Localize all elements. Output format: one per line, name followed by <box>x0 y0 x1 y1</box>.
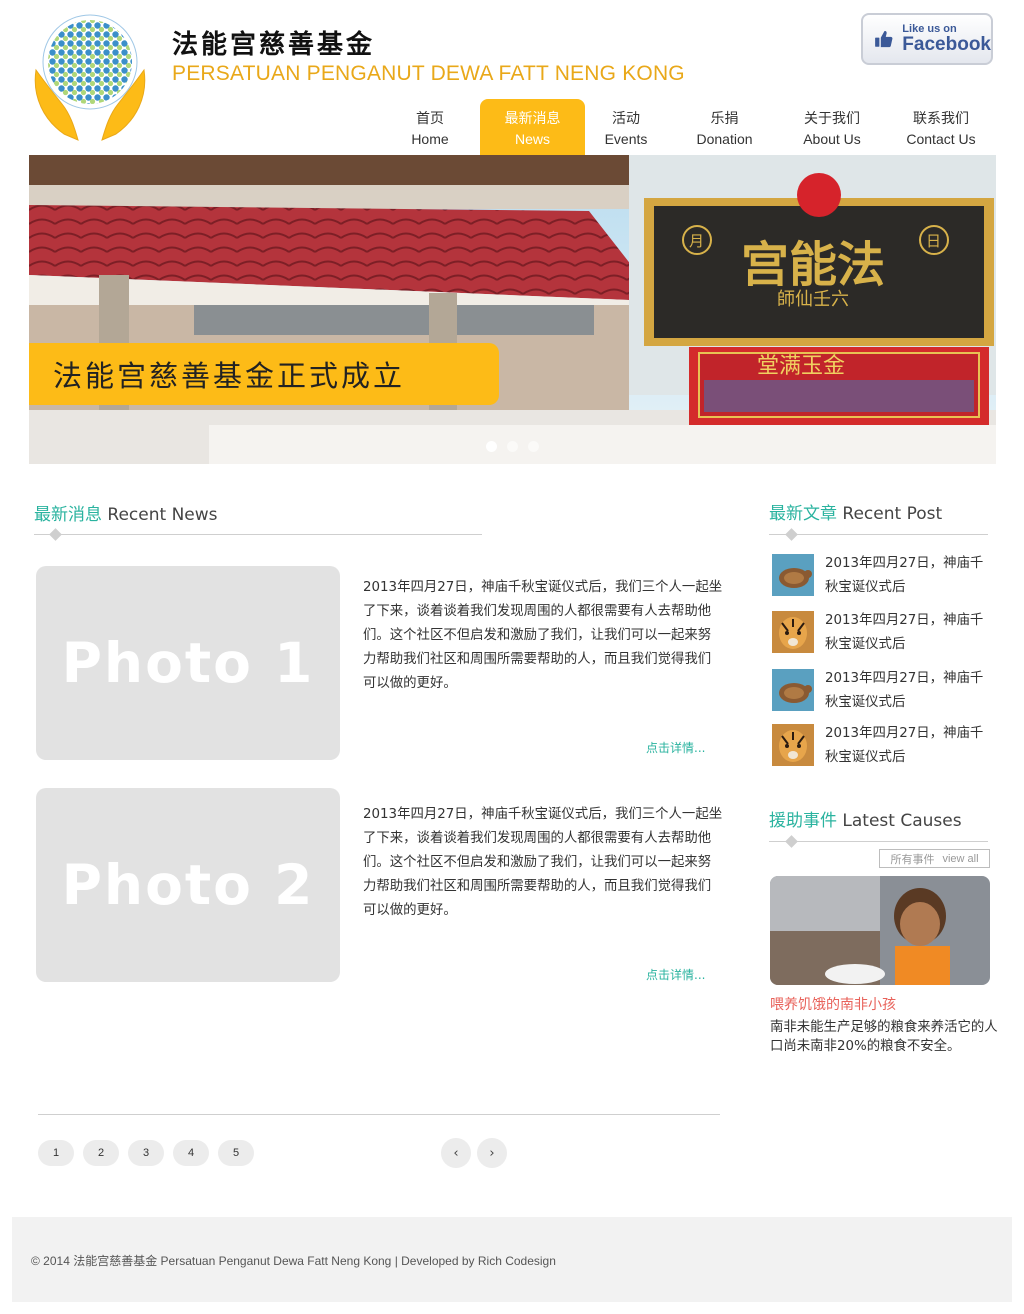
divider-diamond <box>49 528 62 541</box>
chevron-left-icon[interactable]: ‹ <box>441 1138 471 1168</box>
nav-donation[interactable]: 乐捐 Donation <box>667 99 782 155</box>
nav-label-cn: 活动 <box>612 111 640 127</box>
nav-label-cn: 乐捐 <box>710 111 739 127</box>
heading-divider <box>769 841 988 842</box>
recent-post-heading-en: Recent Post <box>842 504 943 524</box>
chevron-right-icon[interactable]: › <box>477 1138 507 1168</box>
news-summary-1: 2013年四月27日，神庙千秋宝诞仪式后，我们三个人一起坐了下来，谈着谈着我们发… <box>363 580 723 691</box>
thumbs-up-icon <box>875 31 893 48</box>
nav-label-en: About Us <box>803 131 861 147</box>
page-button-5[interactable]: 5 <box>218 1140 254 1166</box>
heading-divider <box>34 534 482 535</box>
recent-post-item-3[interactable]: 2013年四月27日，神庙千秋宝诞仪式后 <box>772 668 992 714</box>
latest-causes-heading-en: Latest Causes <box>842 811 962 831</box>
slider-dots <box>486 441 539 452</box>
nav-home[interactable]: 首页 Home <box>380 99 480 155</box>
facebook-like-button[interactable]: Like us on Facebook <box>861 13 993 65</box>
nav-label-cn: 最新消息 <box>504 111 561 127</box>
pagination-divider <box>38 1114 720 1115</box>
hero-caption-text: 法能宫慈善基金正式成立 <box>53 359 406 393</box>
view-all-en: view all <box>942 852 979 865</box>
pagination-arrows: ‹ › <box>441 1138 507 1168</box>
recent-post-heading: 最新文章 Recent Post <box>769 499 942 524</box>
recent-post-item-1[interactable]: 2013年四月27日，神庙千秋宝诞仪式后 <box>772 553 992 599</box>
photo-placeholder-label: Photo 1 <box>61 631 315 695</box>
view-all-cn: 所有事件 <box>890 852 935 866</box>
slider-dot-1[interactable] <box>486 441 497 452</box>
latest-causes-heading-cn: 援助事件 <box>769 811 837 831</box>
tiger-thumbnail <box>772 724 814 766</box>
sign-sub-text: 師仙壬六 <box>777 289 849 310</box>
nav-label-en: Contact Us <box>906 131 976 147</box>
recent-post-heading-cn: 最新文章 <box>769 504 837 524</box>
footer-copyright: © 2014 法能宫慈善基金 Persatuan Penganut Dewa F… <box>31 1254 556 1268</box>
read-more-link-2[interactable]: 点击详情... <box>646 966 705 983</box>
recent-news-heading-cn: 最新消息 <box>34 505 102 525</box>
nav-label-en: News <box>514 131 550 147</box>
cause-description: 南非未能生产足够的粮食来养活它的人口尚未南非20%的粮食不安全。 <box>770 1020 998 1054</box>
news-photo-1[interactable]: Photo 1 <box>36 566 340 760</box>
site-title-cn: 法能宫慈善基金 <box>172 30 376 60</box>
read-more-link-1[interactable]: 点击详情... <box>646 739 705 756</box>
nav-label-cn: 关于我们 <box>804 111 860 127</box>
nav-label-en: Home <box>411 131 449 147</box>
nav-label-en: Donation <box>696 131 753 147</box>
site-logo[interactable] <box>30 12 150 146</box>
recent-news-heading-en: Recent News <box>107 505 218 525</box>
nav-label-cn: 首页 <box>416 111 444 127</box>
hero-caption: 法能宫慈善基金正式成立 <box>29 343 499 405</box>
recent-post-text: 2013年四月27日，神庙千秋宝诞仪式后 <box>825 556 984 595</box>
recent-post-text: 2013年四月27日，神庙千秋宝诞仪式后 <box>825 613 984 652</box>
nav-events[interactable]: 活动 Events <box>585 99 667 155</box>
recent-post-text: 2013年四月27日，神庙千秋宝诞仪式后 <box>825 671 984 710</box>
heading-divider <box>769 534 988 535</box>
page-button-2[interactable]: 2 <box>83 1140 119 1166</box>
recent-post-text: 2013年四月27日，神庙千秋宝诞仪式后 <box>825 726 984 765</box>
divider-diamond <box>785 835 798 848</box>
pagination: 1 2 3 4 5 <box>38 1140 254 1166</box>
slider-dot-2[interactable] <box>507 441 518 452</box>
nav-contact[interactable]: 联系我们 Contact Us <box>882 99 1000 155</box>
nav-label-en: Events <box>604 131 648 147</box>
news-photo-2[interactable]: Photo 2 <box>36 788 340 982</box>
sign-right-text: 日 <box>926 232 941 250</box>
nav-about[interactable]: 关于我们 About Us <box>782 99 882 155</box>
cause-photo[interactable] <box>770 876 990 985</box>
recent-news-heading: 最新消息 Recent News <box>34 500 218 525</box>
footer: © 2014 法能宫慈善基金 Persatuan Penganut Dewa F… <box>12 1217 1012 1302</box>
divider-diamond <box>785 528 798 541</box>
hero-slider[interactable]: 宫能法 師仙壬六 月 日 堂满玉金 法能宫慈善基金正式成立 <box>29 155 996 464</box>
turtle-thumbnail <box>772 669 814 711</box>
recent-post-item-2[interactable]: 2013年四月27日，神庙千秋宝诞仪式后 <box>772 610 992 656</box>
latest-causes-heading: 援助事件 Latest Causes <box>769 806 962 831</box>
temple-photo: 宫能法 師仙壬六 月 日 堂满玉金 <box>29 155 996 464</box>
slider-dot-3[interactable] <box>528 441 539 452</box>
main-nav: 首页 Home 最新消息 News 活动 Events 乐捐 Donation 关于我们… <box>380 99 1000 155</box>
news-summary-2: 2013年四月27日，神庙千秋宝诞仪式后，我们三个人一起坐了下来，谈着谈着我们发… <box>363 807 723 918</box>
cause-title[interactable]: 喂养饥饿的南非小孩 <box>770 994 896 1014</box>
turtle-thumbnail <box>772 554 814 596</box>
view-all-causes-button[interactable]: 所有事件 view all <box>879 849 990 868</box>
page-button-3[interactable]: 3 <box>128 1140 164 1166</box>
facebook-like-big: Facebook <box>902 34 991 55</box>
sign-main-text: 宫能法 <box>741 237 885 293</box>
recent-post-item-4[interactable]: 2013年四月27日，神庙千秋宝诞仪式后 <box>772 723 992 769</box>
site-title-en: PERSATUAN PENGANUT DEWA FATT NENG KONG <box>172 62 685 85</box>
page-button-4[interactable]: 4 <box>173 1140 209 1166</box>
photo-placeholder-label: Photo 2 <box>61 853 315 917</box>
sign-banner-text: 堂满玉金 <box>757 354 845 379</box>
page-button-1[interactable]: 1 <box>38 1140 74 1166</box>
tiger-thumbnail <box>772 611 814 653</box>
nav-news[interactable]: 最新消息 News <box>480 99 585 155</box>
nav-label-cn: 联系我们 <box>913 111 969 127</box>
sign-left-text: 月 <box>689 232 704 250</box>
